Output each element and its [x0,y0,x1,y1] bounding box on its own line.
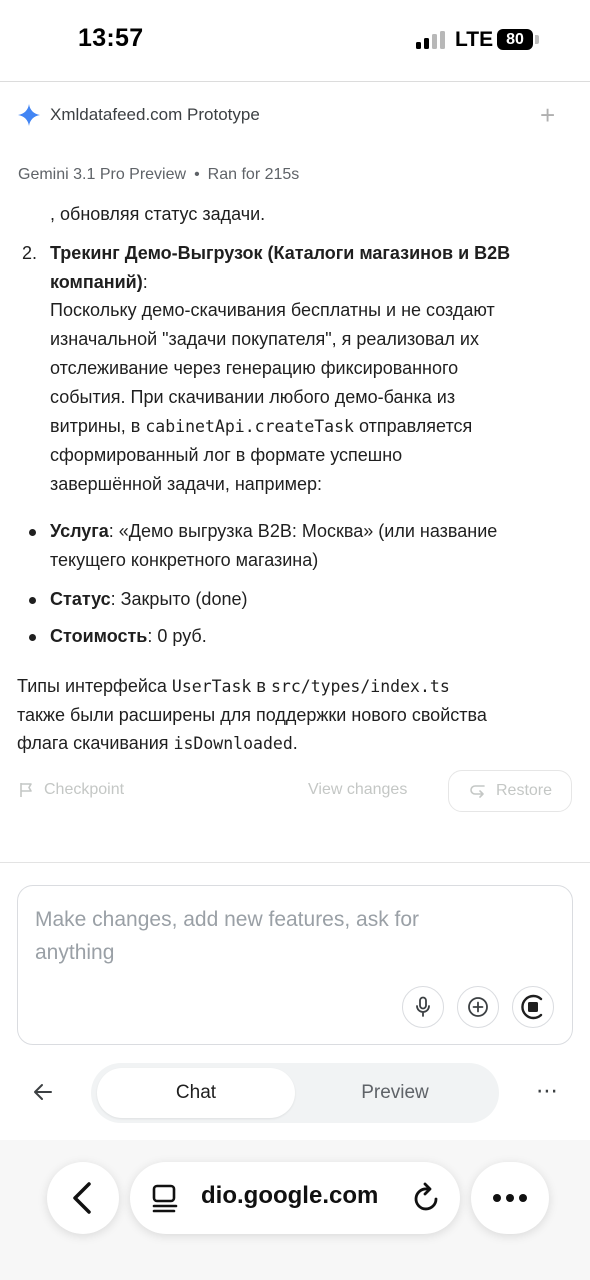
item-title: Трекинг Демо-Выгрузок (Каталоги магазино… [50,243,511,263]
restore-label: Restore [496,782,553,799]
list-item: Статус: Закрыто (done) [50,585,247,614]
text-span: . [292,733,298,753]
reader-icon[interactable] [150,1183,180,1213]
placeholder-line: Make changes, add new features, ask for [35,908,420,931]
item-title-colon: : [142,272,148,292]
restore-button[interactable]: Restore [448,770,572,812]
paragraph-line: также были расширены для поддержки новог… [17,705,487,725]
chevron-left-icon [73,1182,91,1214]
assistant-message: , обновляя статус задачи. 2. Трекинг Дем… [0,0,590,760]
bullet-text-continued: текущего конкретного магазина) [50,550,319,570]
text-span: Типы интерфейса [17,676,172,696]
divider [0,862,590,863]
bullet-label: Стоимость [50,626,148,646]
bullet [29,597,36,604]
restore-icon [470,785,485,798]
inline-code: UserTask [171,677,252,696]
checkpoint-label: Checkpoint [44,781,125,798]
paragraph-line: витрины, в cabinetApi.createTask отправл… [50,412,472,441]
paragraph-line: события. При скачивании любого демо-банк… [50,387,456,407]
item-title-line2: компаний) [50,272,143,292]
back-arrow-icon[interactable] [32,1080,54,1104]
placeholder-line: anything [35,941,115,964]
text-span: витрины, в [50,416,146,436]
paragraph-line: сформированный лог в формате успешно [50,445,403,465]
bullet [29,529,36,536]
paragraph-line: отслеживание через генерацию фиксированн… [50,358,459,378]
url-text: dio.google.com [201,1182,379,1209]
reload-icon[interactable] [412,1181,442,1213]
prompt-placeholder: Make changes, add new features, ask for … [35,903,505,969]
checkpoint-button[interactable]: Checkpoint [18,781,124,799]
list-item: Стоимость: 0 руб. [50,622,207,651]
inline-code: cabinetApi.createTask [145,417,354,436]
item-title-2: компаний): [50,268,148,297]
list-item: Услуга: «Демо выгрузка B2B: Москва» (или… [50,517,497,546]
tab-preview[interactable]: Preview [295,1068,495,1118]
bullet-text: : Закрыто (done) [110,589,248,609]
stop-icon [521,994,543,1020]
bullet [29,634,36,641]
paragraph-line: изначальной "задачи покупателя", я реали… [50,329,479,349]
flag-icon [20,783,32,797]
list-number: 2. [22,243,38,263]
text-span: отправляется [354,416,473,436]
stop-button[interactable] [512,986,554,1028]
bullet-text: : «Демо выгрузка B2B: Москва» (или назва… [108,521,498,541]
restore-content: Restore [469,782,552,800]
inline-code: isDownloaded [173,734,293,753]
bullet-text: : 0 руб. [147,626,207,646]
browser-more-button[interactable] [471,1162,549,1234]
text-span: флага скачивания [17,733,174,753]
browser-back-button[interactable] [47,1162,119,1234]
tab-chat[interactable]: Chat [97,1068,295,1118]
ellipsis-icon [493,1194,527,1202]
add-circle-icon [468,997,488,1017]
mic-icon [416,996,430,1017]
paragraph-line: Поскольку демо-скачивания бесплатны и не… [50,300,495,320]
more-horizontal-icon[interactable]: ⋯ [536,1078,559,1104]
bullet-label: Услуга [50,521,109,541]
mic-button[interactable] [402,986,444,1028]
paragraph-line: Типы интерфейса UserTask в src/types/ind… [17,672,450,701]
bullet-label: Статус [50,589,111,609]
view-changes-button[interactable]: View changes [308,781,407,799]
text-span: в [251,676,271,696]
inline-code: src/types/index.ts [270,677,450,696]
paragraph-line: флага скачивания isDownloaded. [17,729,298,758]
add-button[interactable] [457,986,499,1028]
message-continuation: , обновляя статус задачи. [50,204,266,224]
paragraph-line: завершённой задачи, например: [50,474,323,494]
